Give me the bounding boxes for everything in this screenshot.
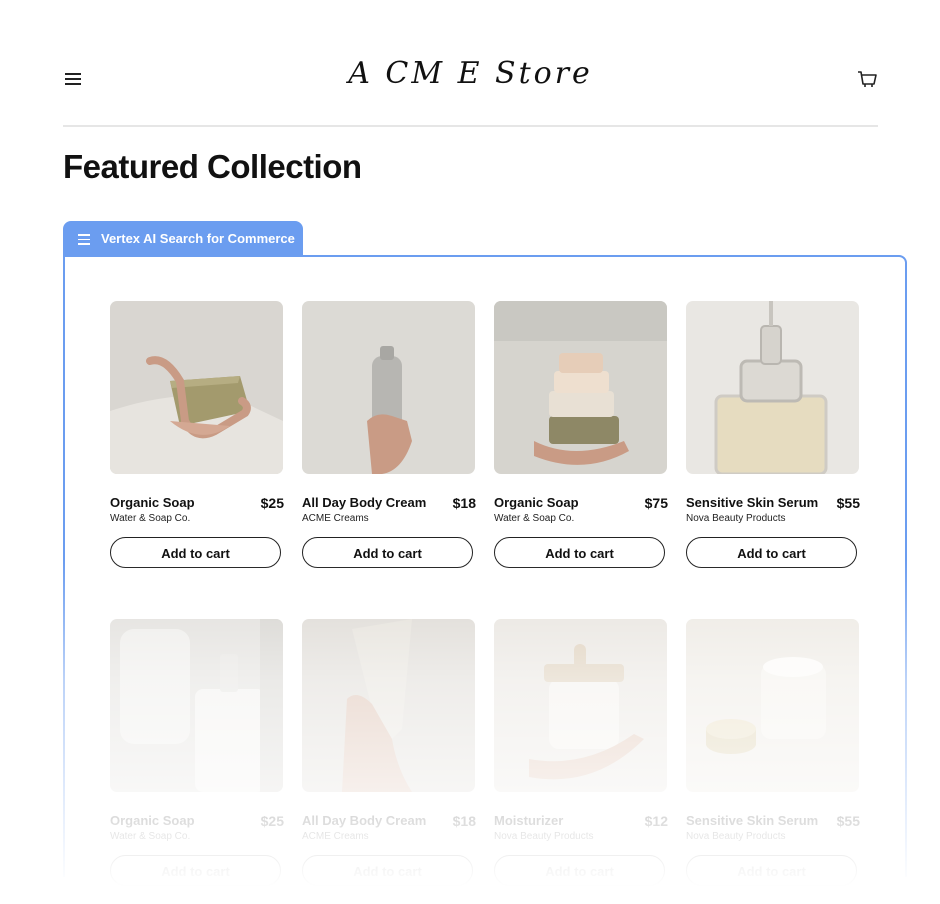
product-card[interactable]: All Day Body Cream $18 ACME Creams Add t…: [302, 301, 476, 568]
product-image[interactable]: [494, 619, 667, 792]
product-name[interactable]: Organic Soap: [110, 813, 195, 828]
product-name[interactable]: Organic Soap: [110, 495, 195, 510]
add-to-cart-button[interactable]: Add to cart: [494, 855, 665, 886]
product-card[interactable]: Sensitive Skin Serum $55 Nova Beauty Pro…: [686, 301, 860, 568]
product-price: $25: [260, 495, 284, 511]
product-name[interactable]: Moisturizer: [494, 813, 563, 828]
product-name[interactable]: Sensitive Skin Serum: [686, 813, 818, 828]
product-brand: Water & Soap Co.: [494, 513, 575, 524]
product-card[interactable]: Organic Soap $25 Water & Soap Co. Add to…: [110, 301, 284, 568]
product-price: $18: [452, 495, 476, 511]
product-image[interactable]: [494, 301, 667, 474]
product-image[interactable]: [686, 619, 859, 792]
product-brand: Nova Beauty Products: [494, 831, 594, 842]
product-name[interactable]: Organic Soap: [494, 495, 579, 510]
menu-icon: [78, 234, 90, 248]
product-brand: ACME Creams: [302, 513, 369, 524]
add-to-cart-button[interactable]: Add to cart: [110, 855, 281, 886]
product-price: $12: [644, 813, 668, 829]
add-to-cart-button[interactable]: Add to cart: [686, 855, 857, 886]
product-image[interactable]: [110, 619, 283, 792]
add-to-cart-button[interactable]: Add to cart: [110, 537, 281, 568]
site-header: A CM E Store: [63, 50, 878, 127]
product-image[interactable]: [302, 301, 475, 474]
product-card[interactable]: Sensitive Skin Serum $55 Nova Beauty Pro…: [686, 619, 860, 886]
add-to-cart-button[interactable]: Add to cart: [302, 855, 473, 886]
search-tab-label: Vertex AI Search for Commerce: [101, 231, 295, 246]
product-name[interactable]: All Day Body Cream: [302, 495, 426, 510]
product-card[interactable]: All Day Body Cream $18 ACME Creams Add t…: [302, 619, 476, 886]
product-image[interactable]: [302, 619, 475, 792]
product-card[interactable]: Moisturizer $12 Nova Beauty Products Add…: [494, 619, 668, 886]
product-brand: ACME Creams: [302, 831, 369, 842]
product-name[interactable]: All Day Body Cream: [302, 813, 426, 828]
product-price: $55: [836, 495, 860, 511]
cart-icon[interactable]: [856, 68, 878, 90]
store-logo[interactable]: A CM E Store: [63, 56, 878, 91]
search-tab[interactable]: Vertex AI Search for Commerce: [63, 221, 303, 257]
product-name[interactable]: Sensitive Skin Serum: [686, 495, 818, 510]
product-image[interactable]: [110, 301, 283, 474]
add-to-cart-button[interactable]: Add to cart: [302, 537, 473, 568]
product-price: $75: [644, 495, 668, 511]
product-brand: Water & Soap Co.: [110, 513, 191, 524]
product-card[interactable]: Organic Soap $25 Water & Soap Co. Add to…: [110, 619, 284, 886]
product-brand: Water & Soap Co.: [110, 831, 191, 842]
product-brand: Nova Beauty Products: [686, 831, 786, 842]
product-card[interactable]: Organic Soap $75 Water & Soap Co. Add to…: [494, 301, 668, 568]
add-to-cart-button[interactable]: Add to cart: [494, 537, 665, 568]
product-brand: Nova Beauty Products: [686, 513, 786, 524]
add-to-cart-button[interactable]: Add to cart: [686, 537, 857, 568]
product-price: $25: [260, 813, 284, 829]
page-title: Featured Collection: [63, 148, 362, 185]
product-price: $18: [452, 813, 476, 829]
product-price: $55: [836, 813, 860, 829]
product-image[interactable]: [686, 301, 859, 474]
